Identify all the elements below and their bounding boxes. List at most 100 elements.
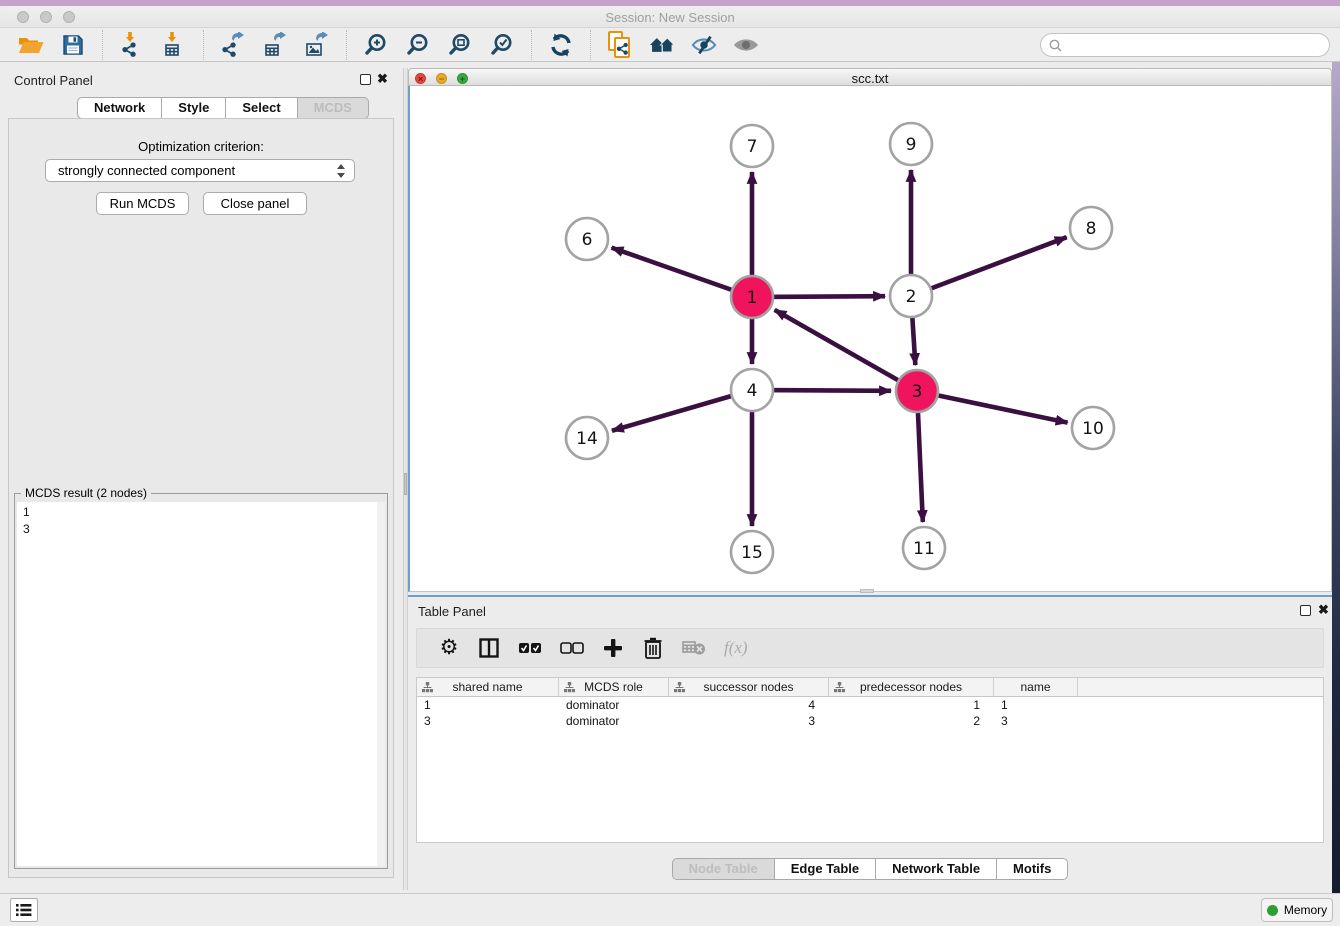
node-3[interactable]: 3 <box>896 370 938 412</box>
network-title: scc.txt <box>409 71 1331 86</box>
table-cell: 3 <box>669 713 829 729</box>
run-mcds-button[interactable]: Run MCDS <box>96 192 189 215</box>
toolbar-separator <box>590 30 591 60</box>
import-table-icon[interactable] <box>161 32 187 58</box>
column-header-name[interactable]: name <box>994 678 1078 696</box>
tab-style[interactable]: Style <box>162 97 226 119</box>
table-cell: 4 <box>669 697 829 713</box>
table-row[interactable]: 1dominator411 <box>417 697 1323 713</box>
refresh-icon[interactable] <box>548 32 574 58</box>
search-icon <box>1049 39 1062 52</box>
node-15[interactable]: 15 <box>731 531 773 573</box>
tab-network-table[interactable]: Network Table <box>876 858 997 880</box>
node-11[interactable]: 11 <box>903 527 945 569</box>
node-9[interactable]: 9 <box>890 123 932 165</box>
deselect-all-icon[interactable] <box>560 635 584 661</box>
save-session-icon[interactable] <box>60 32 86 58</box>
control-panel-float-button[interactable] <box>360 74 371 85</box>
app-titlebar[interactable]: Session: New Session <box>0 6 1340 28</box>
table-panel-float-button[interactable] <box>1300 605 1311 616</box>
export-network-icon[interactable] <box>220 32 246 58</box>
table-cell: 2 <box>829 713 994 729</box>
edge-3-1[interactable] <box>775 310 917 391</box>
control-panel-close-button[interactable]: ✖ <box>377 71 388 87</box>
table-cell: 1 <box>417 697 559 713</box>
delete-icon[interactable] <box>642 635 664 661</box>
toolbar-separator <box>203 30 204 60</box>
mcds-result-title: MCDS result (2 nodes) <box>21 486 151 500</box>
hide-eye-icon[interactable] <box>691 32 717 58</box>
tab-select[interactable]: Select <box>226 97 297 119</box>
column-tree-icon <box>564 682 575 696</box>
delete-table-icon <box>682 635 706 661</box>
column-header-successor-nodes[interactable]: successor nodes <box>669 678 829 696</box>
node-6[interactable]: 6 <box>566 218 608 260</box>
zoom-fit-icon[interactable] <box>447 32 473 58</box>
status-bar: Memory <box>0 893 1340 926</box>
tab-node-table[interactable]: Node Table <box>672 858 775 880</box>
criterion-select[interactable]: strongly connected component <box>45 159 355 182</box>
function-builder-icon: f(x) <box>724 635 748 661</box>
zoom-out-icon[interactable] <box>405 32 431 58</box>
result-line: 1 <box>23 504 385 521</box>
open-file-icon[interactable] <box>18 32 44 58</box>
memory-label: Memory <box>1284 903 1327 917</box>
tab-mcds[interactable]: MCDS <box>298 97 369 119</box>
import-network-icon[interactable] <box>119 32 145 58</box>
network-canvas[interactable]: 7 9 6 8 1 2 4 3 14 10 15 11 <box>408 86 1332 592</box>
edge-2-8[interactable] <box>911 237 1067 296</box>
column-header-MCDS-role[interactable]: MCDS role <box>559 678 669 696</box>
mcds-result-box: MCDS result (2 nodes) 13 <box>14 493 388 869</box>
show-eye-icon[interactable] <box>733 32 759 58</box>
column-tree-icon <box>674 682 685 696</box>
table-row[interactable]: 3dominator323 <box>417 713 1323 729</box>
close-panel-button[interactable]: Close panel <box>203 192 307 215</box>
tab-edge-table[interactable]: Edge Table <box>775 858 876 880</box>
column-header-predecessor-nodes[interactable]: predecessor nodes <box>829 678 994 696</box>
table-cell: 1 <box>994 697 1078 713</box>
add-icon[interactable] <box>602 635 624 661</box>
node-10[interactable]: 10 <box>1072 407 1114 449</box>
result-line: 3 <box>23 521 385 538</box>
export-table-icon[interactable] <box>262 32 288 58</box>
desktop-wallpaper-right <box>1332 62 1340 893</box>
control-panel-title: Control Panel <box>14 73 93 88</box>
search-input[interactable] <box>1067 38 1317 52</box>
table-cell: 3 <box>994 713 1078 729</box>
node-1[interactable]: 1 <box>731 276 773 318</box>
node-4[interactable]: 4 <box>731 369 773 411</box>
svg-text:9: 9 <box>906 135 917 155</box>
tab-network[interactable]: Network <box>77 97 162 119</box>
edge-3-10[interactable] <box>917 391 1068 423</box>
search-box[interactable] <box>1040 33 1330 57</box>
svg-text:4: 4 <box>747 381 758 401</box>
columns-icon[interactable] <box>478 635 500 661</box>
memory-button[interactable]: Memory <box>1261 898 1333 922</box>
zoom-in-icon[interactable] <box>363 32 389 58</box>
list-icon <box>16 903 32 917</box>
horizontal-splitter-grip[interactable] <box>860 589 874 593</box>
table-panel-close-button[interactable]: ✖ <box>1318 602 1329 618</box>
gear-icon[interactable]: ⚙ <box>438 635 460 661</box>
svg-text:3: 3 <box>912 382 923 402</box>
svg-text:2: 2 <box>906 287 917 307</box>
mcds-result-area[interactable]: 13 <box>17 502 385 866</box>
clone-network-icon[interactable] <box>607 32 633 58</box>
node-table: shared nameMCDS rolesuccessor nodesprede… <box>416 677 1324 843</box>
node-8[interactable]: 8 <box>1070 207 1112 249</box>
node-7[interactable]: 7 <box>731 125 773 167</box>
node-2[interactable]: 2 <box>890 275 932 317</box>
splitter-grip[interactable] <box>404 473 407 495</box>
export-image-icon[interactable] <box>304 32 330 58</box>
network-window-titlebar[interactable]: × − + scc.txt <box>408 68 1332 86</box>
tab-motifs[interactable]: Motifs <box>997 858 1068 880</box>
houses-icon[interactable] <box>649 32 675 58</box>
column-header-shared-name[interactable]: shared name <box>417 678 559 696</box>
zoom-selected-icon[interactable] <box>489 32 515 58</box>
node-14[interactable]: 14 <box>566 417 608 459</box>
select-all-icon[interactable] <box>518 635 542 661</box>
result-scrollbar[interactable] <box>377 502 385 866</box>
task-history-button[interactable] <box>10 898 38 922</box>
edge-1-6[interactable] <box>612 248 752 297</box>
table-cell: 1 <box>829 697 994 713</box>
